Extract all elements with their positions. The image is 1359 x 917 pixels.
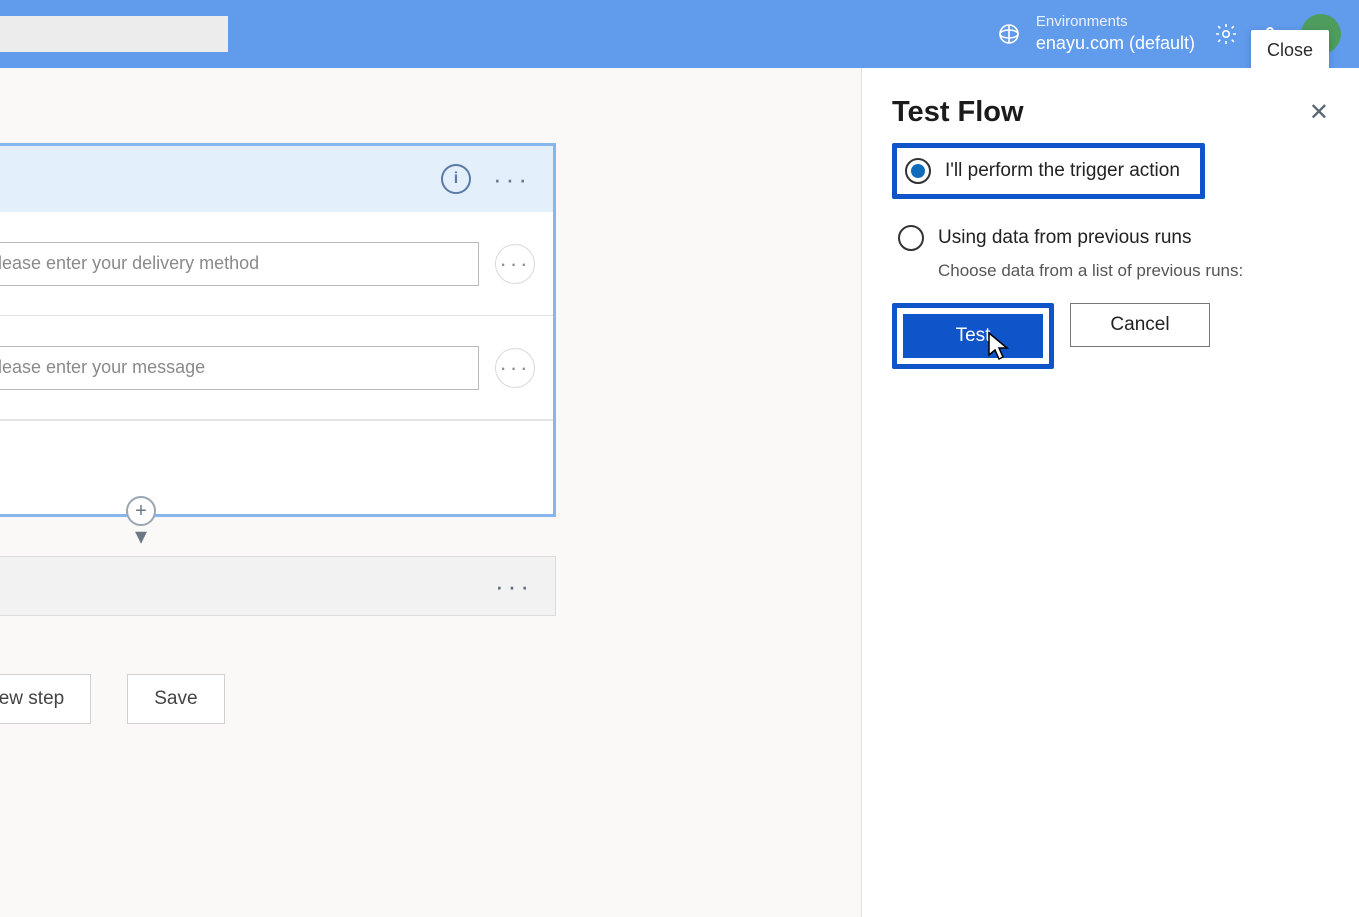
panel-title: Test Flow — [892, 96, 1024, 129]
flow-canvas: i ··· ··· ··· + ▾ ··· New step Save Test… — [0, 68, 1359, 917]
test-flow-panel: Test Flow ✕ I'll perform the trigger act… — [861, 68, 1359, 917]
arrow-down-icon: ▾ — [135, 522, 147, 551]
environments-label: Environments — [1036, 13, 1195, 32]
environment-picker[interactable]: Environments enayu.com (default) — [996, 13, 1195, 54]
close-tooltip: Close — [1251, 30, 1329, 71]
trigger-card-footer — [0, 420, 553, 514]
panel-header: Test Flow ✕ — [892, 96, 1329, 129]
gear-icon[interactable] — [1213, 21, 1239, 47]
header-search-input[interactable] — [0, 16, 228, 52]
step-card-menu[interactable]: ··· — [495, 571, 533, 602]
canvas-buttons: New step Save — [0, 674, 225, 724]
globe-icon — [996, 21, 1022, 47]
cancel-button[interactable]: Cancel — [1070, 303, 1210, 347]
field-row: ··· — [0, 316, 553, 420]
radio-icon — [898, 225, 924, 251]
app-header: Environments enayu.com (default) Close — [0, 0, 1359, 68]
step-connector: + ▾ — [126, 496, 156, 551]
radio-previous-runs[interactable]: Using data from previous runs — [892, 217, 1329, 259]
new-step-button[interactable]: New step — [0, 674, 91, 724]
save-button[interactable]: Save — [127, 674, 224, 724]
close-icon[interactable]: ✕ — [1309, 98, 1329, 127]
trigger-card-body: ··· ··· — [0, 212, 553, 514]
highlight-test-button: Test — [892, 303, 1054, 369]
info-icon[interactable]: i — [441, 164, 471, 194]
radio-icon — [905, 158, 931, 184]
field-menu-icon[interactable]: ··· — [495, 348, 535, 388]
highlight-trigger-option: I'll perform the trigger action — [892, 143, 1205, 199]
environment-name: enayu.com (default) — [1036, 32, 1195, 55]
step-card[interactable]: ··· — [0, 556, 556, 616]
trigger-card-menu[interactable]: ··· — [493, 164, 531, 195]
radio-trigger-action[interactable]: I'll perform the trigger action — [899, 150, 1186, 192]
trigger-card-header: i ··· — [0, 146, 553, 212]
panel-buttons: Test Cancel — [892, 303, 1329, 369]
radio-subtext: Choose data from a list of previous runs… — [938, 261, 1329, 281]
trigger-card[interactable]: i ··· ··· ··· — [0, 143, 556, 517]
header-left — [0, 0, 228, 68]
message-input[interactable] — [0, 346, 479, 390]
test-button[interactable]: Test — [903, 314, 1043, 358]
delivery-method-input[interactable] — [0, 242, 479, 286]
field-menu-icon[interactable]: ··· — [495, 244, 535, 284]
field-row: ··· — [0, 212, 553, 316]
radio-label: Using data from previous runs — [938, 227, 1191, 249]
environment-text: Environments enayu.com (default) — [1036, 13, 1195, 54]
radio-label: I'll perform the trigger action — [945, 160, 1180, 182]
